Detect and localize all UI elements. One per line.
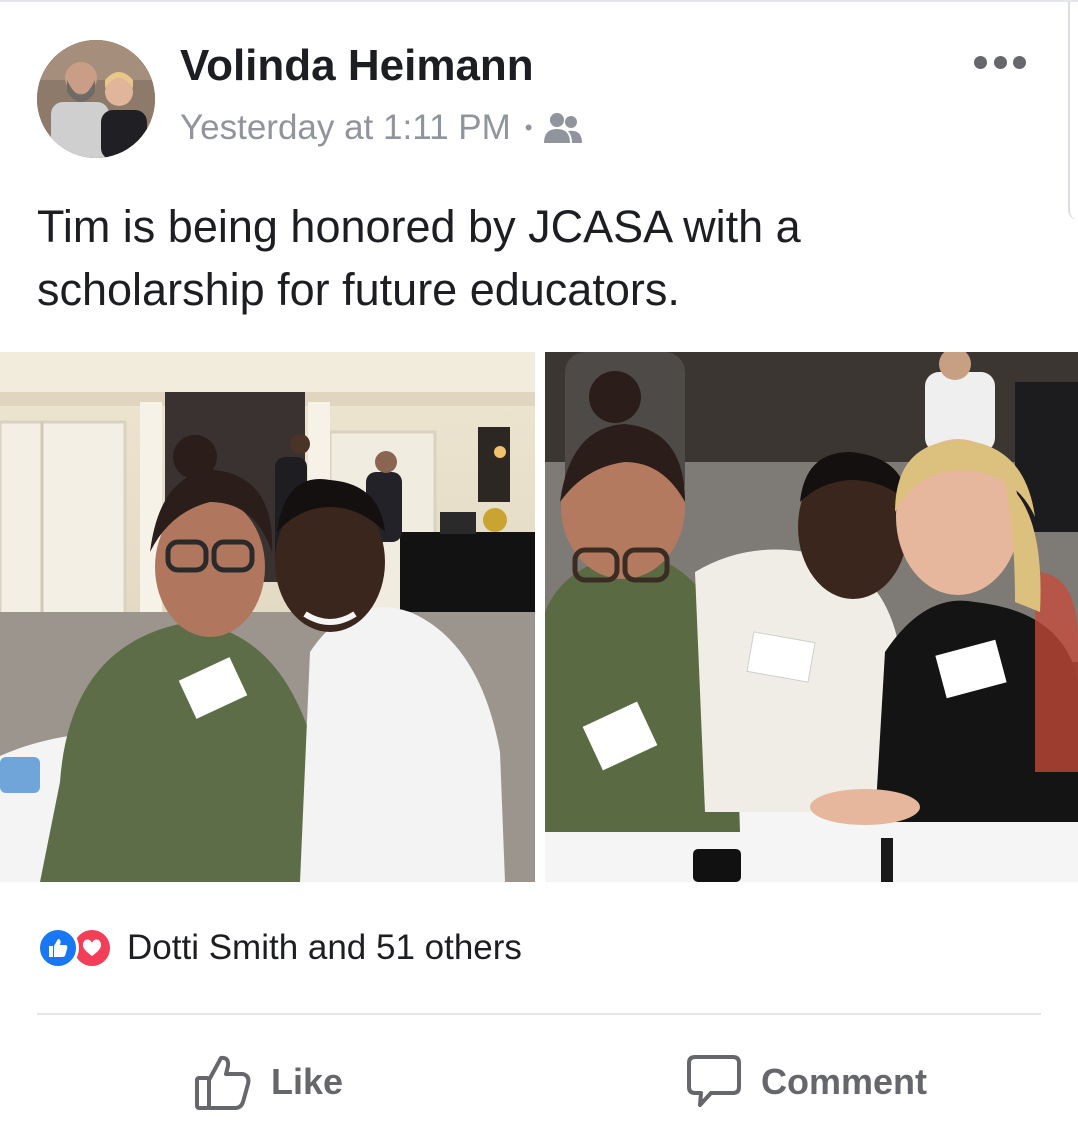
post-photo-2[interactable] (545, 352, 1078, 882)
friends-icon[interactable] (544, 111, 583, 145)
like-button[interactable]: Like (193, 1050, 343, 1114)
like-icon (195, 1055, 251, 1110)
photo-1-image (0, 352, 535, 882)
comment-button[interactable]: Comment (685, 1050, 927, 1114)
post-timestamp[interactable]: Yesterday at 1:11 PM (180, 105, 511, 151)
author-avatar[interactable] (37, 40, 155, 158)
reactions-summary[interactable]: Dotti Smith and 51 others (127, 928, 522, 968)
author-name[interactable]: Volinda Heimann (180, 40, 534, 92)
more-dot (1013, 55, 1026, 69)
more-dot (993, 55, 1007, 69)
comment-label: Comment (761, 1061, 928, 1102)
top-border (0, 0, 1078, 2)
post-text: Tim is being honored by JCASA with a sch… (37, 201, 801, 315)
like-label: Like (271, 1061, 344, 1102)
avatar-image (37, 40, 155, 158)
meta-separator: • (524, 115, 533, 140)
photo-2-image (545, 352, 1078, 882)
scroll-edge (1068, 2, 1078, 220)
post-meta: Yesterday at 1:11 PM • (180, 105, 583, 151)
like-reaction-icon (37, 927, 79, 969)
reactions-bar[interactable]: Dotti Smith and 51 others (37, 925, 522, 971)
more-options-icon[interactable] (974, 48, 1026, 76)
more-dot (974, 55, 987, 69)
post-photo-1[interactable] (0, 352, 535, 882)
actions-divider (37, 1013, 1041, 1015)
comment-icon (687, 1055, 741, 1107)
